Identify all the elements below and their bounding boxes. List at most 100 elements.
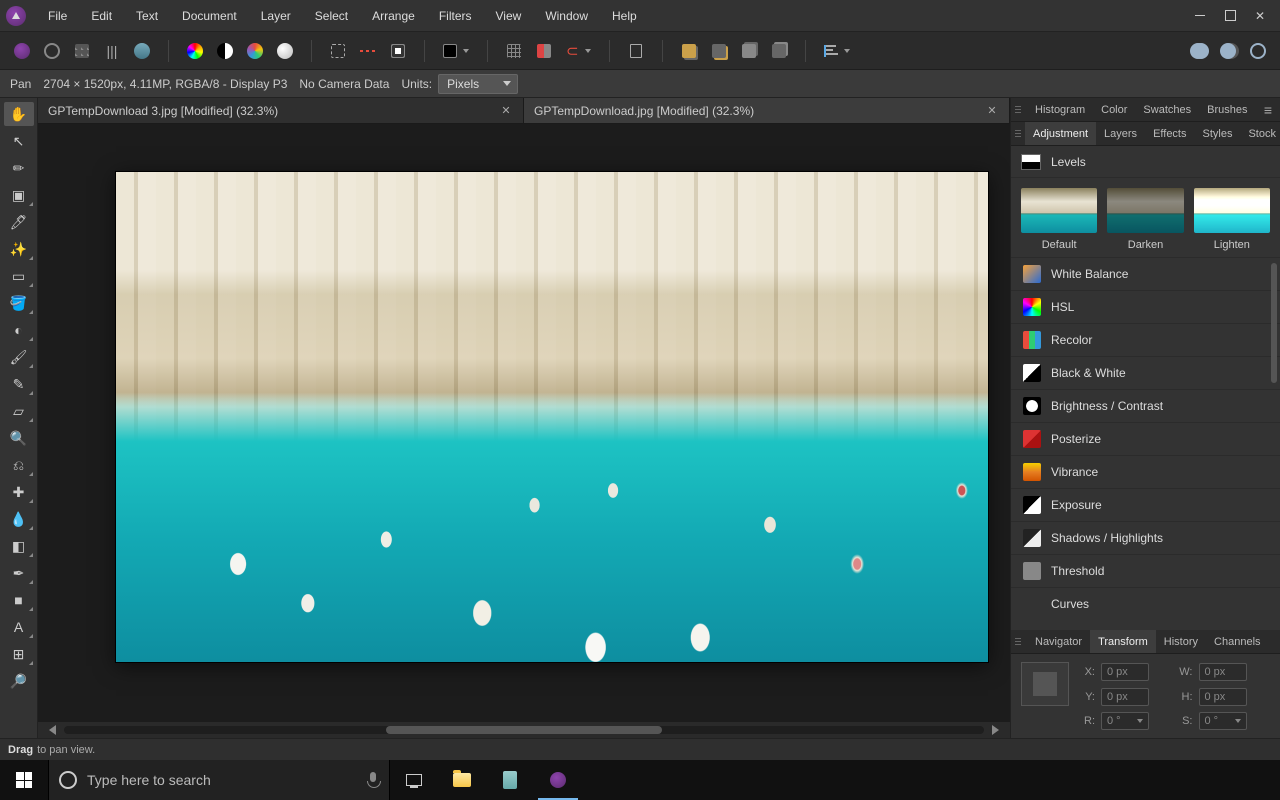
shape-tool[interactable]: ■ xyxy=(4,588,34,612)
adjustment-curves[interactable]: Curves xyxy=(1011,587,1280,620)
arrange-backward-icon[interactable] xyxy=(767,39,791,63)
marquee-tool[interactable]: ▭ xyxy=(4,264,34,288)
persona-export-icon[interactable] xyxy=(130,39,154,63)
bool-add-icon[interactable] xyxy=(1186,39,1210,63)
hue-icon[interactable] xyxy=(243,39,267,63)
panel-tab-adjustment[interactable]: Adjustment xyxy=(1025,122,1096,146)
preset-darken[interactable]: Darken xyxy=(1107,188,1183,251)
panel-tab-effects[interactable]: Effects xyxy=(1145,122,1194,146)
adjustment-exposure[interactable]: Exposure xyxy=(1011,488,1280,521)
panel-tab-histogram[interactable]: Histogram xyxy=(1027,98,1093,122)
transform-r-input[interactable]: 0 ° xyxy=(1101,712,1149,730)
pixel-brush-tool[interactable]: ✎ xyxy=(4,372,34,396)
panel-tab-layers[interactable]: Layers xyxy=(1096,122,1145,146)
heal-tool[interactable]: ✚ xyxy=(4,480,34,504)
panel-tab-channels[interactable]: Channels xyxy=(1206,630,1268,654)
transform-w-input[interactable]: 0 px xyxy=(1199,663,1247,681)
fill-color-swatch[interactable] xyxy=(439,39,473,63)
blur-tool[interactable]: 💧 xyxy=(4,507,34,531)
preset-lighten[interactable]: Lighten xyxy=(1194,188,1270,251)
menu-arrange[interactable]: Arrange xyxy=(360,0,427,32)
scroll-left-icon[interactable] xyxy=(48,725,56,735)
levels-header[interactable]: Levels xyxy=(1011,146,1280,178)
color-wheel-fg-icon[interactable] xyxy=(183,39,207,63)
menu-help[interactable]: Help xyxy=(600,0,649,32)
adjustment-white-balance[interactable]: White Balance xyxy=(1011,257,1280,290)
menu-edit[interactable]: Edit xyxy=(79,0,124,32)
panel-menu-icon[interactable]: ≡ xyxy=(1260,102,1276,118)
taskbar-explorer[interactable] xyxy=(438,760,486,800)
selection-dashed-icon[interactable] xyxy=(356,39,380,63)
mesh-tool[interactable]: ⊞ xyxy=(4,642,34,666)
persona-develop-icon[interactable] xyxy=(70,39,94,63)
panel-tab-stock[interactable]: Stock xyxy=(1240,122,1280,146)
panel-scrollbar-thumb[interactable] xyxy=(1271,263,1277,383)
close-icon[interactable]: ✕ xyxy=(985,104,999,118)
pen-tool[interactable]: ✒ xyxy=(4,561,34,585)
taskbar-recycle[interactable] xyxy=(486,760,534,800)
panel-tab-transform[interactable]: Transform xyxy=(1090,630,1156,654)
persona-tone-icon[interactable]: ||| xyxy=(100,39,124,63)
flood-fill-tool[interactable]: 🪣 xyxy=(4,291,34,315)
adjustment-vibrance[interactable]: Vibrance xyxy=(1011,455,1280,488)
panel-tab-history[interactable]: History xyxy=(1156,630,1206,654)
persona-photo-icon[interactable] xyxy=(10,39,34,63)
mic-icon[interactable] xyxy=(367,772,379,788)
trash-icon[interactable] xyxy=(624,39,648,63)
taskbar-affinity[interactable] xyxy=(534,760,582,800)
persona-liquify-icon[interactable] xyxy=(40,39,64,63)
menu-text[interactable]: Text xyxy=(124,0,170,32)
scroll-thumb[interactable] xyxy=(386,726,662,734)
bool-subtract-icon[interactable] xyxy=(1216,39,1240,63)
adjustment-shadows-highlights[interactable]: Shadows / Highlights xyxy=(1011,521,1280,554)
transform-x-input[interactable]: 0 px xyxy=(1101,663,1149,681)
menu-document[interactable]: Document xyxy=(170,0,249,32)
task-view-button[interactable] xyxy=(390,760,438,800)
canvas-viewport[interactable] xyxy=(38,124,1010,722)
scroll-right-icon[interactable] xyxy=(992,725,1000,735)
panel-tab-brushes[interactable]: Brushes xyxy=(1199,98,1255,122)
transform-s-input[interactable]: 0 ° xyxy=(1199,712,1247,730)
transform-anchor-icon[interactable] xyxy=(1021,662,1069,706)
arrange-front-icon[interactable] xyxy=(677,39,701,63)
zoom-tool-2[interactable]: 🔍 xyxy=(4,426,34,450)
window-maximize-button[interactable] xyxy=(1222,8,1238,24)
adjustment-posterize[interactable]: Posterize xyxy=(1011,422,1280,455)
patch-tool[interactable]: ◧ xyxy=(4,534,34,558)
adjustment-black-white[interactable]: Black & White xyxy=(1011,356,1280,389)
panel-tab-swatches[interactable]: Swatches xyxy=(1135,98,1199,122)
eraser-tool[interactable]: ▱ xyxy=(4,399,34,423)
close-icon[interactable]: ✕ xyxy=(499,104,513,118)
contrast-icon[interactable] xyxy=(213,39,237,63)
panel-tab-color[interactable]: Color xyxy=(1093,98,1135,122)
adjustment-recolor[interactable]: Recolor xyxy=(1011,323,1280,356)
hand-tool[interactable]: ✋ xyxy=(4,102,34,126)
transform-h-input[interactable]: 0 px xyxy=(1199,688,1247,706)
menu-filters[interactable]: Filters xyxy=(427,0,484,32)
document-tab[interactable]: GPTempDownload 3.jpg [Modified] (32.3%)✕ xyxy=(38,98,524,123)
panel-tab-styles[interactable]: Styles xyxy=(1195,122,1241,146)
bool-intersect-icon[interactable] xyxy=(1246,39,1270,63)
pixel-grid-icon[interactable] xyxy=(532,39,556,63)
snapping-icon[interactable]: ⊂ xyxy=(562,39,595,63)
brush-picker-tool[interactable]: 🖊 xyxy=(4,210,34,234)
window-close-button[interactable] xyxy=(1252,8,1268,24)
align-icon[interactable] xyxy=(820,39,854,63)
paint-brush-tool[interactable]: 🖌 xyxy=(4,345,34,369)
start-button[interactable] xyxy=(0,760,48,800)
quickmask-icon[interactable] xyxy=(386,39,410,63)
menu-layer[interactable]: Layer xyxy=(249,0,303,32)
clone-tool[interactable]: ⎌ xyxy=(4,453,34,477)
text-tool[interactable]: A xyxy=(4,615,34,639)
grid-icon[interactable] xyxy=(502,39,526,63)
units-select[interactable]: Pixels xyxy=(438,74,518,94)
panel-grip-icon[interactable] xyxy=(1015,106,1023,113)
menu-select[interactable]: Select xyxy=(303,0,360,32)
tone-icon[interactable] xyxy=(273,39,297,63)
panel-grip-icon[interactable] xyxy=(1015,130,1021,137)
adjustment-hsl[interactable]: HSL xyxy=(1011,290,1280,323)
move-tool[interactable]: ↖ xyxy=(4,129,34,153)
panel-tab-navigator[interactable]: Navigator xyxy=(1027,630,1090,654)
color-picker-tool[interactable]: ✏ xyxy=(4,156,34,180)
adjustment-brightness-contrast[interactable]: Brightness / Contrast xyxy=(1011,389,1280,422)
